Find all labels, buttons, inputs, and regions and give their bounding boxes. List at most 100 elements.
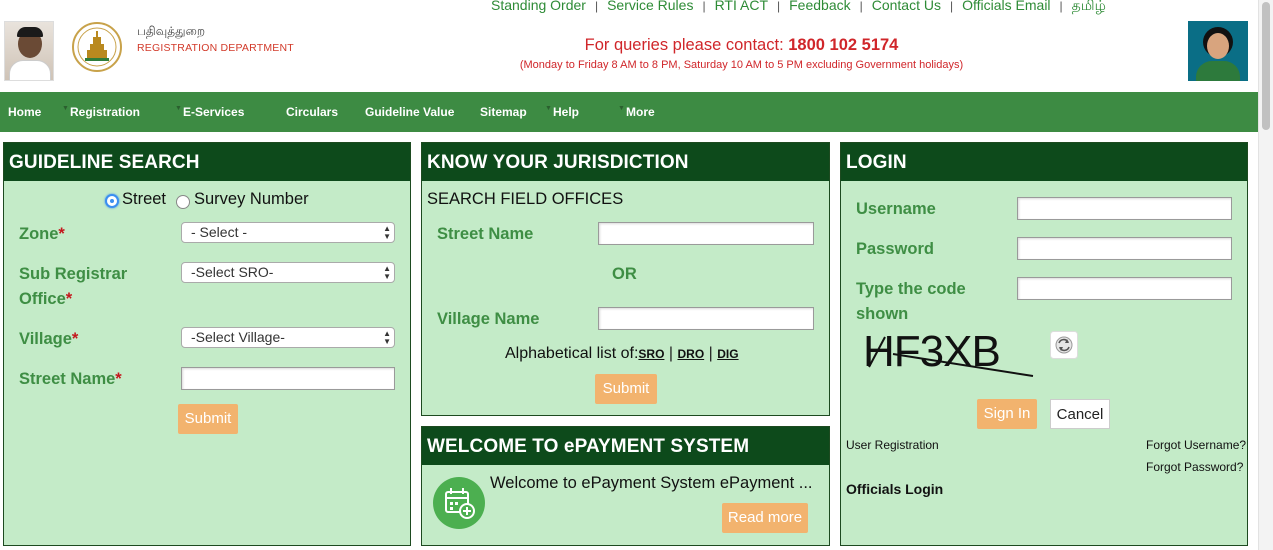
alphabetical-list: Alphabetical list of:SRO | DRO | DIG (505, 345, 739, 363)
village-label: Village* (19, 330, 78, 349)
street-name-label: Street Name* (19, 370, 122, 389)
username-input[interactable] (1017, 197, 1232, 220)
captcha-noise-line (868, 336, 1034, 377)
contact-line: For queries please contact: 1800 102 517… (325, 36, 1158, 55)
required-mark: * (58, 225, 65, 243)
nav-circulars[interactable]: Circulars (286, 105, 338, 119)
zone-select[interactable]: - Select - ▲ ▼ (181, 222, 395, 243)
main-navigation: Home ▼ Registration ▼ E-Services Circulars… (0, 92, 1258, 132)
village-select[interactable]: -Select Village- ▲ ▼ (181, 327, 395, 348)
sro-select[interactable]: -Select SRO- ▲ ▼ (181, 262, 395, 283)
zone-label-text: Zone (19, 225, 59, 243)
link-divider: | (668, 345, 674, 362)
zone-label: Zone* (19, 225, 65, 244)
nav-more-label: More (626, 105, 655, 119)
read-more-button[interactable]: Read more (722, 503, 808, 533)
nav-guideline-value[interactable]: Guideline Value (365, 105, 454, 119)
contact-number: 1800 102 5174 (788, 36, 899, 54)
dropdown-caret-icon: ▼ (618, 105, 625, 112)
captcha-label-line2: shown (856, 305, 909, 323)
dropdown-caret-icon: ▼ (62, 105, 69, 112)
officials-email-link[interactable]: Officials Email (962, 0, 1050, 13)
search-field-offices-heading: SEARCH FIELD OFFICES (427, 190, 624, 208)
nav-e-services-label: E-Services (183, 105, 245, 119)
jurisdiction-village-name-input[interactable] (598, 307, 814, 330)
forgot-password-link[interactable]: Forgot Password? (1146, 460, 1243, 474)
street-name-input[interactable] (181, 367, 395, 390)
username-label: Username (856, 200, 936, 218)
jurisdiction-street-name-input[interactable] (598, 222, 814, 245)
or-separator: OR (612, 265, 637, 283)
page-scrollbar[interactable] (1258, 0, 1273, 550)
contact-us-link[interactable]: Contact Us (872, 0, 941, 13)
sro-select-value: -Select SRO- (191, 264, 274, 280)
nav-registration-label: Registration (70, 105, 141, 119)
village-label-text: Village (19, 330, 72, 348)
officials-login-link[interactable]: Officials Login (846, 481, 943, 497)
top-links-bar: Standing Order | Service Rules | RTI ACT | Fee… (491, 0, 1106, 16)
guideline-search-panel: GUIDELINE SEARCH Street Survey Number Zo… (3, 142, 411, 546)
nav-registration[interactable]: ▼ Registration (62, 105, 141, 119)
epayment-panel: WELCOME TO ePAYMENT SYSTEM Welcome to eP… (421, 426, 830, 546)
contact-hours: (Monday to Friday 8 AM to 8 PM, Saturday… (519, 59, 964, 71)
jurisdiction-village-name-label: Village Name (437, 310, 540, 328)
rti-act-link[interactable]: RTI ACT (715, 0, 768, 13)
tamil-language-link[interactable]: தமிழ் (1072, 0, 1106, 13)
scrollbar-thumb[interactable] (1262, 2, 1270, 130)
jurisdiction-street-name-label: Street Name (437, 225, 534, 243)
guideline-submit-button[interactable]: Submit (178, 404, 238, 434)
service-rules-link[interactable]: Service Rules (607, 0, 693, 13)
street-radio[interactable] (105, 194, 119, 208)
dropdown-caret-icon: ▼ (545, 105, 552, 112)
sro-label-line1: Sub Registrar (19, 265, 128, 283)
cancel-button[interactable]: Cancel (1050, 399, 1110, 429)
street-radio-label: Street (122, 190, 167, 208)
survey-number-radio-label: Survey Number (194, 190, 309, 208)
dig-list-link[interactable]: DIG (717, 347, 738, 361)
forgot-username-link[interactable]: Forgot Username? (1146, 438, 1246, 452)
required-mark: * (65, 290, 73, 308)
user-registration-link[interactable]: User Registration (846, 438, 939, 452)
sro-list-link[interactable]: SRO (638, 347, 664, 361)
dropdown-caret-icon: ▼ (175, 105, 182, 112)
nav-help[interactable]: ▼ Help (545, 105, 580, 119)
guideline-search-title: GUIDELINE SEARCH (4, 143, 410, 181)
leader-photo (1188, 21, 1248, 81)
nav-e-services[interactable]: ▼ E-Services (175, 105, 245, 119)
epayment-description: Welcome to ePayment System ePayment ... (490, 474, 813, 492)
sro-label-line2: Office* (19, 290, 72, 309)
page-header: பதிவுத்துறை REGISTRATION DEPARTMENT Stan… (0, 0, 1258, 92)
epayment-title: WELCOME TO ePAYMENT SYSTEM (422, 427, 829, 465)
captcha-image: HF3XB (863, 327, 1035, 379)
nav-home[interactable]: Home (8, 105, 41, 119)
required-mark: * (115, 370, 122, 388)
nav-help-label: Help (553, 105, 580, 119)
captcha-input[interactable] (1017, 277, 1232, 300)
select-arrows-icon: ▲ ▼ (383, 264, 391, 281)
dro-list-link[interactable]: DRO (677, 347, 704, 361)
jurisdiction-submit-button[interactable]: Submit (595, 374, 657, 404)
sign-in-button[interactable]: Sign In (977, 399, 1037, 429)
login-title: LOGIN (841, 143, 1247, 181)
contact-prefix: For queries please contact: (584, 36, 784, 54)
survey-number-radio[interactable] (176, 195, 190, 209)
jurisdiction-panel: KNOW YOUR JURISDICTION SEARCH FIELD OFFI… (421, 142, 830, 416)
alphabetical-list-label: Alphabetical list of: (505, 345, 639, 362)
login-panel: LOGIN Username Password Type the code sh… (840, 142, 1248, 546)
link-divider: | (708, 345, 713, 362)
captcha-label-line1: Type the code (856, 280, 966, 298)
standing-order-link[interactable]: Standing Order (491, 0, 586, 13)
refresh-captcha-icon[interactable] (1050, 331, 1078, 359)
calendar-payment-icon (433, 477, 485, 529)
nav-sitemap[interactable]: Sitemap (480, 105, 527, 119)
contact-info: For queries please contact: 1800 102 517… (0, 36, 1158, 71)
village-select-value: -Select Village- (191, 329, 285, 345)
password-label: Password (856, 240, 934, 258)
nav-more[interactable]: ▼ More (618, 105, 655, 119)
required-mark: * (71, 330, 79, 348)
password-input[interactable] (1017, 237, 1232, 260)
feedback-link[interactable]: Feedback (789, 0, 850, 13)
sro-label-text: Office (19, 290, 66, 308)
select-arrows-icon: ▲ ▼ (383, 224, 391, 241)
select-arrows-icon: ▲ ▼ (383, 329, 391, 346)
